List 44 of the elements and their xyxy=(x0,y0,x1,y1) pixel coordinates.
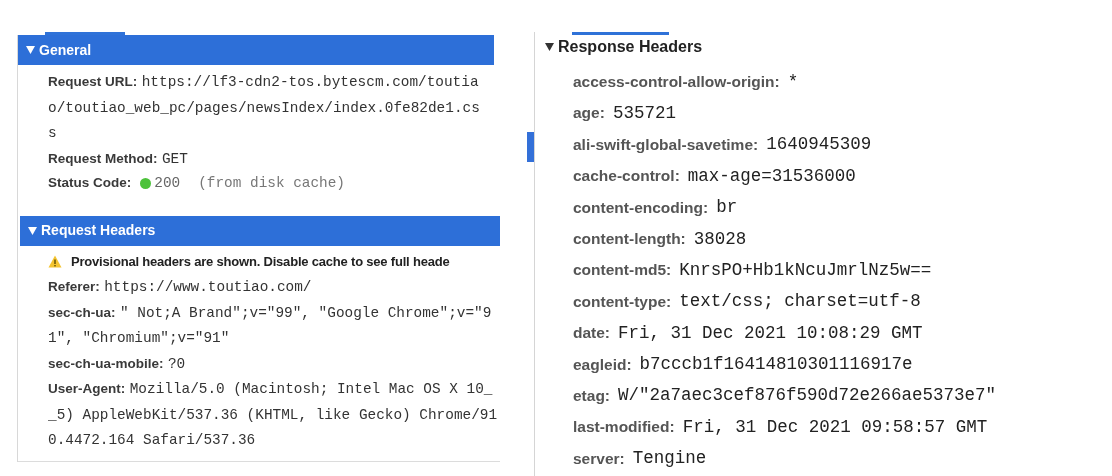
header-name: server: xyxy=(573,448,625,469)
header-name: age: xyxy=(573,103,605,124)
header-field: User-Agent: Mozilla/5.0 (Macintosh; Intel Mac OS X 10_ _5) AppleWebKit/537.36 (KHTML, like Gecko) Chrome/91 0.4472.164 Safari/537.36 xyxy=(48,376,500,453)
header-value: 38028 xyxy=(693,227,747,251)
header-field: Request Method: GET xyxy=(48,145,500,171)
header-value: KnrsPO+Hb1kNcuJmrlNz5w== xyxy=(679,258,932,282)
header-name: content-length: xyxy=(573,229,686,249)
header-name: eagleid: xyxy=(573,354,632,375)
section-title: General xyxy=(39,40,92,60)
header-value: Fri, 31 Dec 2021 10:08:29 GMT xyxy=(618,321,923,345)
header-name: cache-control: xyxy=(573,166,680,187)
header-value: 535721 xyxy=(612,101,676,125)
header-name: etag: xyxy=(573,385,611,406)
section-title: Response Headers xyxy=(558,37,703,57)
header-value: * xyxy=(787,70,799,94)
header-name: Status Code: xyxy=(48,174,132,192)
header-value: Tengine xyxy=(632,447,707,471)
header-value: W/"2a7aec3cef876f590d72e266ae5373e7" xyxy=(618,384,997,408)
header-value: Fri, 31 Dec 2021 09:58:57 GMT xyxy=(682,415,988,439)
header-name: date: xyxy=(573,323,611,344)
header-value: br xyxy=(716,196,738,220)
header-name: last-modified: xyxy=(573,417,675,438)
header-name: access-control-allow-origin: xyxy=(573,72,780,93)
header-field: sec-ch-ua-mobile: ?0 xyxy=(48,350,500,376)
header-value: 1640945309 xyxy=(766,133,872,157)
header-field: sec-ch-ua: " Not;A Brand";v="99", "Google Chrome";v="9 1", "Chromium";v="91" xyxy=(48,299,500,351)
header-field: Referer: https://www.toutiao.com/ xyxy=(48,274,500,300)
collapse-triangle-icon[interactable] xyxy=(545,43,554,51)
header-field: Request URL: https://lf3-cdn2-tos.bytescm.com/toutia o/toutiao_web_pc/pages/newsIndex/index.0fe82de1.cs s xyxy=(48,69,500,146)
section-header[interactable]: General xyxy=(18,35,494,65)
selection-marker xyxy=(527,132,534,162)
header-name: ali-swift-global-savetime: xyxy=(573,134,759,155)
header-value: text/css; charset=utf-8 xyxy=(679,290,921,314)
warning-message: Provisional headers are shown. Disable cache to see full heade xyxy=(71,252,450,271)
header-name: content-md5: xyxy=(573,260,672,281)
section-header[interactable]: Request Headers xyxy=(20,215,500,246)
header-value: max-age=31536000 xyxy=(687,164,856,188)
header-value: b7cccb1f16414810301116917e xyxy=(639,353,913,377)
header-name: content-type: xyxy=(573,291,672,312)
cache-note: (from disk cache) xyxy=(198,174,345,193)
status-code: 200 xyxy=(154,174,181,193)
header-name: content-encoding: xyxy=(573,197,709,218)
warning-icon xyxy=(48,255,62,269)
section-title: Request Headers xyxy=(41,221,156,240)
